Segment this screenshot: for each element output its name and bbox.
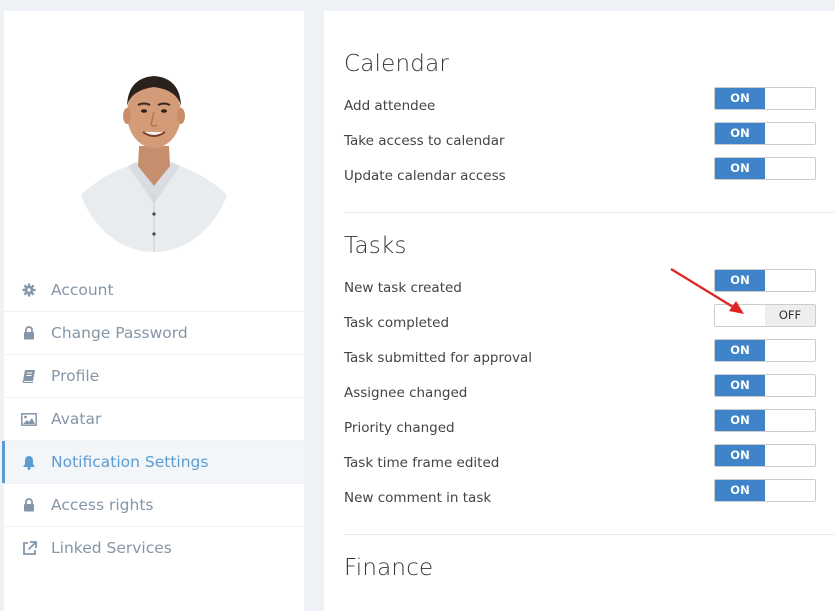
toggle-knob <box>715 305 765 326</box>
section-title: Calendar <box>344 51 450 77</box>
toggle-knob <box>765 410 815 431</box>
section-divider <box>344 534 835 535</box>
setting-row: Task completed ON OFF <box>344 304 835 339</box>
toggle-switch[interactable]: ON OFF <box>714 87 816 110</box>
section-title: Tasks <box>344 233 407 259</box>
calendar-section: Calendar Add attendee ON OFF Take access… <box>344 49 835 184</box>
setting-label: New comment in task <box>344 490 492 506</box>
setting-label: Task completed <box>344 315 450 331</box>
setting-row: New task created ON OFF <box>344 269 835 304</box>
toggle-knob <box>765 480 815 501</box>
sidebar-item-avatar[interactable]: Avatar <box>4 398 304 441</box>
toggle-switch[interactable]: ON OFF <box>714 157 816 180</box>
avatar <box>73 54 235 252</box>
toggle-knob <box>765 158 815 179</box>
toggle-on-label: ON <box>715 375 765 396</box>
external-link-icon <box>21 540 37 556</box>
toggle-switch[interactable]: ON OFF <box>714 269 816 292</box>
toggle-switch[interactable]: ON OFF <box>714 409 816 432</box>
sidebar-item-label: Account <box>51 281 114 299</box>
toggle-knob <box>765 270 815 291</box>
toggle-switch[interactable]: ON OFF <box>714 479 816 502</box>
setting-label: Assignee changed <box>344 385 468 401</box>
lock-icon <box>21 325 37 341</box>
setting-label: Update calendar access <box>344 168 506 184</box>
toggle-off-label: OFF <box>765 305 815 326</box>
sidebar-item-notification-settings[interactable]: Notification Settings <box>2 441 304 484</box>
toggle-switch[interactable]: ON OFF <box>714 444 816 467</box>
toggle-switch[interactable]: ON OFF <box>714 339 816 362</box>
setting-label: Task submitted for approval <box>344 350 533 366</box>
sidebar-item-label: Linked Services <box>51 539 172 557</box>
section-title: Finance <box>344 555 434 581</box>
sidebar-nav: Account Change Password Profile Avatar N… <box>2 269 304 569</box>
toggle-switch[interactable]: ON OFF <box>714 304 816 327</box>
toggle-on-label: ON <box>715 123 765 144</box>
sidebar-item-label: Change Password <box>51 324 188 342</box>
toggle-on-label: ON <box>715 88 765 109</box>
toggle-on-label: ON <box>715 445 765 466</box>
sidebar-item-label: Profile <box>51 367 100 385</box>
tasks-section: Tasks New task created ON OFF Task compl… <box>344 231 835 506</box>
toggle-on-label: ON <box>715 270 765 291</box>
setting-row: Assignee changed ON OFF <box>344 374 835 409</box>
sidebar-item-label: Notification Settings <box>51 453 209 471</box>
toggle-on-label: ON <box>715 158 765 179</box>
toggle-on-label: ON <box>715 340 765 361</box>
setting-label: New task created <box>344 280 462 296</box>
lock-icon <box>21 497 37 513</box>
toggle-on-label: ON <box>715 480 765 501</box>
sidebar-item-access-rights[interactable]: Access rights <box>4 484 304 527</box>
setting-row: Priority changed ON OFF <box>344 409 835 444</box>
notification-settings-panel: Calendar Add attendee ON OFF Take access… <box>324 11 835 611</box>
setting-row: Add attendee ON OFF <box>344 87 835 122</box>
sidebar-item-label: Avatar <box>51 410 102 428</box>
setting-label: Task time frame edited <box>344 455 500 471</box>
setting-row: Take access to calendar ON OFF <box>344 122 835 157</box>
sidebar-item-account[interactable]: Account <box>4 269 304 312</box>
toggle-knob <box>765 123 815 144</box>
finance-section: Finance <box>344 553 835 583</box>
sidebar-item-linked-services[interactable]: Linked Services <box>4 527 304 569</box>
setting-label: Priority changed <box>344 420 455 436</box>
toggle-knob <box>765 445 815 466</box>
image-icon <box>21 411 37 427</box>
toggle-switch[interactable]: ON OFF <box>714 374 816 397</box>
toggle-switch[interactable]: ON OFF <box>714 122 816 145</box>
setting-row: Task time frame edited ON OFF <box>344 444 835 479</box>
setting-label: Add attendee <box>344 98 436 114</box>
sidebar-item-label: Access rights <box>51 496 154 514</box>
profile-sidebar: Account Change Password Profile Avatar N… <box>2 11 304 611</box>
gear-icon <box>21 282 37 298</box>
toggle-on-label: ON <box>715 410 765 431</box>
sidebar-item-profile[interactable]: Profile <box>4 355 304 398</box>
section-divider <box>344 212 835 213</box>
setting-row: New comment in task ON OFF <box>344 479 835 514</box>
sidebar-item-change-password[interactable]: Change Password <box>4 312 304 355</box>
book-icon <box>21 368 37 384</box>
setting-row: Task submitted for approval ON OFF <box>344 339 835 374</box>
setting-label: Take access to calendar <box>344 133 505 149</box>
toggle-knob <box>765 88 815 109</box>
bell-icon <box>21 454 37 470</box>
toggle-knob <box>765 375 815 396</box>
toggle-knob <box>765 340 815 361</box>
setting-row: Update calendar access ON OFF <box>344 157 835 192</box>
